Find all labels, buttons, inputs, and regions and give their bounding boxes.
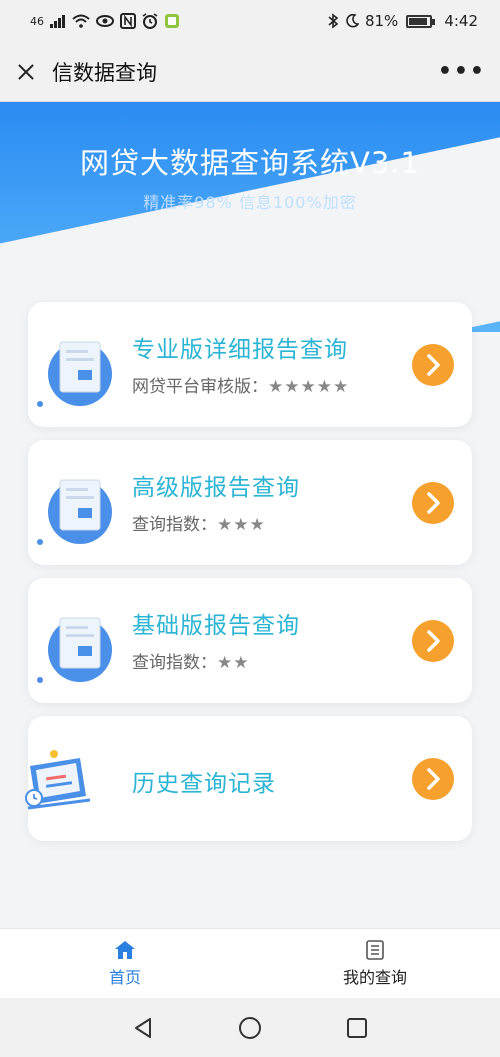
battery-icon: [406, 14, 436, 28]
rating-stars: ★★: [217, 653, 250, 673]
battery-percent: 81%: [364, 12, 399, 30]
close-icon[interactable]: [14, 60, 38, 84]
status-bar: 46 81% 4:42: [0, 0, 500, 42]
app-notification-icon: [165, 14, 179, 28]
system-nav-bar: [0, 998, 500, 1057]
status-left: 46: [30, 13, 180, 29]
card-title: 专业版详细报告查询: [132, 337, 348, 363]
arrow-right-icon[interactable]: [412, 344, 454, 386]
card-subtitle: 网贷平台审核版：★★★★★: [132, 372, 349, 397]
rating-stars: ★★★: [217, 515, 266, 535]
card-title: 历史查询记录: [132, 771, 276, 797]
card-sub-label: 网贷平台审核版：: [132, 377, 268, 397]
card-title: 高级版报告查询: [132, 475, 300, 501]
clock: 4:42: [444, 12, 478, 30]
document-icon: [37, 617, 112, 683]
wifi-icon: [72, 14, 90, 28]
card-title: 基础版报告查询: [132, 613, 300, 639]
nfc-icon: [120, 13, 136, 29]
nav-home-label: 首页: [108, 967, 141, 987]
bluetooth-icon: [328, 13, 339, 29]
title-bar: 信数据查询 •••: [0, 42, 500, 102]
home-icon: [115, 940, 135, 959]
alarm-icon: [142, 13, 158, 29]
nav-home[interactable]: 首页: [0, 929, 250, 998]
banner-subtitle: 精准率98% 信息100%加密: [143, 193, 357, 212]
card-subtitle: 查询指数：★★★: [132, 510, 266, 535]
eye-icon: [96, 15, 114, 27]
banner-title: 网贷大数据查询系统V3.1: [80, 146, 420, 180]
card-query-history[interactable]: 历史查询记录: [25, 716, 472, 841]
moon-icon: [346, 14, 359, 28]
document-icon: [37, 479, 112, 545]
network-type: 46: [30, 14, 44, 28]
nav-my-queries-label: 我的查询: [342, 967, 407, 987]
list-icon: [366, 939, 384, 960]
arrow-right-icon[interactable]: [412, 482, 454, 524]
card-sub-label: 查询指数：: [132, 515, 217, 535]
card-professional-report[interactable]: 专业版详细报告查询 网贷平台审核版：★★★★★: [28, 302, 472, 427]
battery-level: [409, 17, 428, 25]
card-sub-label: 查询指数：: [132, 653, 217, 673]
history-laptop-icon: [25, 750, 91, 810]
document-icon: [37, 341, 112, 407]
rating-stars: ★★★★★: [268, 377, 350, 397]
arrow-right-icon[interactable]: [412, 620, 454, 662]
card-subtitle: 查询指数：★★: [132, 648, 249, 673]
card-advanced-report[interactable]: 高级版报告查询 查询指数：★★★: [28, 440, 472, 565]
status-right: 81% 4:42: [327, 12, 478, 30]
back-icon[interactable]: [128, 1013, 158, 1043]
nav-my-queries[interactable]: 我的查询: [250, 929, 500, 998]
bottom-nav: 首页 我的查询: [0, 928, 500, 998]
more-menu-icon[interactable]: •••: [438, 59, 486, 84]
recents-square-icon[interactable]: [342, 1013, 372, 1043]
home-circle-icon[interactable]: [235, 1013, 265, 1043]
signal-icon: [50, 15, 65, 28]
arrow-right-icon[interactable]: [412, 758, 454, 800]
hero-banner: 网贷大数据查询系统V3.1 精准率98% 信息100%加密: [0, 102, 500, 332]
card-basic-report[interactable]: 基础版报告查询 查询指数：★★: [28, 578, 472, 703]
page-title: 信数据查询: [52, 60, 157, 85]
